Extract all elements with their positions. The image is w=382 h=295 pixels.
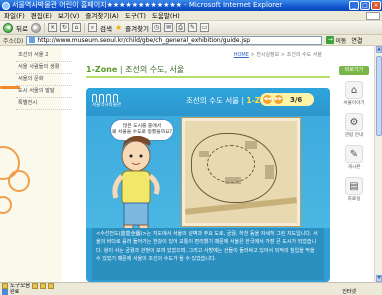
rail-item-label[interactable]: 서울이야기	[343, 101, 364, 106]
address-url[interactable]: http://www.museum.seoul.kr/child/gbe/ch_…	[37, 37, 250, 44]
menu-file[interactable]: 파일(F)	[4, 11, 25, 20]
page-icon	[29, 37, 36, 43]
vertical-scrollbar[interactable]: ▲ ▼	[374, 46, 382, 282]
circle-decoration	[0, 196, 12, 214]
panel-title-text: 조선의 수도 서울	[186, 96, 240, 105]
home-icon[interactable]: ⌂	[71, 23, 81, 32]
museum-logo-text: 서울역사박물관	[92, 103, 121, 108]
map-mark	[225, 177, 241, 184]
address-bar: 주소(D) http://www.museum.seoul.kr/child/g…	[0, 35, 382, 46]
windows-logo-icon	[366, 12, 380, 20]
subnav-item[interactable]: 서울 사람들의 생활	[16, 62, 72, 74]
print-icon[interactable]: ⎙	[176, 23, 186, 32]
go-button[interactable]: → 이동	[324, 36, 348, 45]
museum-logo: 서울역사박물관	[92, 94, 132, 114]
forward-icon[interactable]: ▶	[30, 22, 41, 33]
page-done-icon	[2, 289, 8, 295]
gear-icon: ⚙	[345, 113, 363, 131]
page-navigator: ◀◀ ▶▶ 3/6	[260, 93, 314, 106]
subnav-item[interactable]: 특별전시	[16, 98, 72, 110]
toolbar-divider	[43, 22, 45, 33]
standard-toolbar: ◀ 뒤로 ▶ × ↻ ⌂ ⌕ 검색 ★ 즐겨찾기 ◷ ✉ ⎙ ✎ ▭	[0, 21, 382, 35]
address-input[interactable]: http://www.museum.seoul.kr/child/gbe/ch_…	[26, 35, 323, 45]
breadcrumb-home[interactable]: HOME	[234, 52, 249, 58]
exhibit-description-text: <수선전도(首善全圖)>는 지도에서 서울의 성벽과 주요 도로, 궁궐, 하천…	[96, 231, 318, 263]
book-icon: ▤	[345, 177, 363, 195]
circle-decoration	[8, 170, 30, 192]
map-mark	[199, 151, 209, 157]
breadcrumb: HOME > 전시실정보 > 조선의 수도 서울	[234, 51, 322, 58]
pencil-icon: ✎	[345, 145, 363, 163]
panel-header: 서울역사박물관 조선의 수도 서울 | 1-Zone ◀◀ ▶▶ 3/6	[86, 88, 330, 116]
menu-edit[interactable]: 편집(E)	[31, 11, 52, 20]
bottom-toolbar: 도구모음	[0, 282, 382, 289]
rail-item-board[interactable]: ✎ 게시판	[334, 145, 374, 170]
go-arrow-icon: →	[326, 36, 335, 44]
map-mark	[245, 141, 257, 149]
subnav-item[interactable]: 조선의 서울 2	[16, 50, 72, 62]
sub-navigation: 조선의 서울 2 서울 사람들의 생활 서울의 문화 도시 서울의 발달 특별전…	[16, 50, 72, 110]
rail-item-label[interactable]: 게시판	[348, 165, 361, 170]
stop-icon[interactable]: ×	[47, 23, 57, 32]
page-zone: 1-Zone	[86, 65, 118, 74]
links-label[interactable]: 연결	[351, 36, 362, 45]
status-text: 완료	[10, 289, 20, 295]
rail-item-label[interactable]: 자료실	[348, 197, 361, 202]
history-icon[interactable]: ◷	[152, 23, 162, 32]
mail-icon[interactable]: ✉	[164, 23, 174, 32]
ie-icon	[2, 2, 10, 10]
browser-window: 서울역사박물관 어린이 홈페이지★★★★★★★★★★★★ - Microsoft…	[0, 0, 382, 295]
page-content: 조선의 서울 2 서울 사람들의 생활 서울의 문화 도시 서울의 발달 특별전…	[0, 46, 374, 282]
status-zone: 인터넷	[342, 289, 356, 295]
subnav-item[interactable]: 서울의 문화	[16, 74, 72, 86]
toolbar-divider	[83, 22, 85, 33]
rail-item-label[interactable]: 관람 안내	[345, 133, 363, 138]
suseon-jeondo-map-image	[182, 118, 300, 226]
prev-page-icon[interactable]: ◀◀	[263, 95, 272, 104]
page-title: 1-Zone | 조선의 수도, 서울	[86, 64, 330, 78]
menu-view[interactable]: 보기(V)	[58, 11, 79, 20]
next-page-icon[interactable]: ▶▶	[274, 95, 283, 104]
status-bar: 완료 인터넷	[0, 289, 382, 295]
maximize-button[interactable]: □	[360, 1, 370, 10]
close-button[interactable]: ×	[371, 1, 381, 10]
search-label[interactable]: 검색	[100, 23, 112, 33]
exhibit-description: <수선전도(首善全圖)>는 지도에서 서울의 성벽과 주요 도로, 궁궐, 하천…	[92, 228, 324, 280]
scroll-thumb[interactable]	[376, 56, 382, 136]
exhibit-panel: 서울역사박물관 조선의 수도 서울 | 1-Zone ◀◀ ▶▶ 3/6 많은 …	[86, 88, 330, 282]
address-label: 주소(D)	[3, 37, 24, 45]
edit-icon[interactable]: ✎	[188, 23, 198, 32]
house-icon: ⌂	[345, 81, 363, 99]
minimize-button[interactable]: _	[349, 1, 359, 10]
scroll-down-icon[interactable]: ▼	[376, 275, 382, 282]
window-controls: _ □ ×	[349, 1, 381, 10]
menu-help[interactable]: 도움말(H)	[152, 11, 180, 20]
rail-item-archive[interactable]: ▤ 자료실	[334, 177, 374, 202]
search-icon[interactable]: ⌕	[87, 23, 97, 32]
title-bar: 서울역사박물관 어린이 홈페이지★★★★★★★★★★★★ - Microsoft…	[0, 0, 382, 11]
subnav-item[interactable]: 도시 서울의 발달	[16, 86, 72, 98]
breadcrumb-rest: > 전시실정보 > 조선의 수도 서울	[250, 52, 322, 58]
favorites-icon[interactable]: ★	[115, 23, 122, 32]
back-label[interactable]: 뒤로	[16, 23, 28, 33]
menu-bar: 파일(F) 편집(E) 보기(V) 즐겨찾기(A) 도구(T) 도움말(H)	[0, 11, 382, 21]
go-label[interactable]: 이동	[335, 36, 346, 45]
speech-bubble-text: 많은 도시를 중에서 왜 서울을 수도로 정했을까요?	[111, 124, 173, 135]
favorites-label[interactable]: 즐겨찾기	[125, 23, 149, 33]
menu-favorites[interactable]: 즐겨찾기(A)	[85, 11, 118, 20]
quick-menu-badge: 바로가기	[339, 66, 369, 75]
rail-item-guide[interactable]: ⚙ 관람 안내	[334, 113, 374, 138]
refresh-icon[interactable]: ↻	[59, 23, 69, 32]
right-quick-menu: 바로가기 ⌂ 서울이야기 ⚙ 관람 안내 ✎ 게시판 ▤ 자료실	[334, 66, 374, 266]
page-counter: 3/6	[290, 95, 303, 104]
window-title: 서울역사박물관 어린이 홈페이지★★★★★★★★★★★★ - Microsoft…	[12, 1, 283, 9]
page-title-text: 조선의 수도, 서울	[125, 65, 185, 74]
map-mark	[265, 165, 274, 179]
back-icon[interactable]: ◀	[3, 22, 13, 33]
scroll-up-icon[interactable]: ▲	[376, 46, 382, 53]
menu-tools[interactable]: 도구(T)	[125, 11, 146, 20]
folder-icon[interactable]: ▭	[200, 23, 210, 32]
rail-item-story[interactable]: ⌂ 서울이야기	[334, 81, 374, 106]
